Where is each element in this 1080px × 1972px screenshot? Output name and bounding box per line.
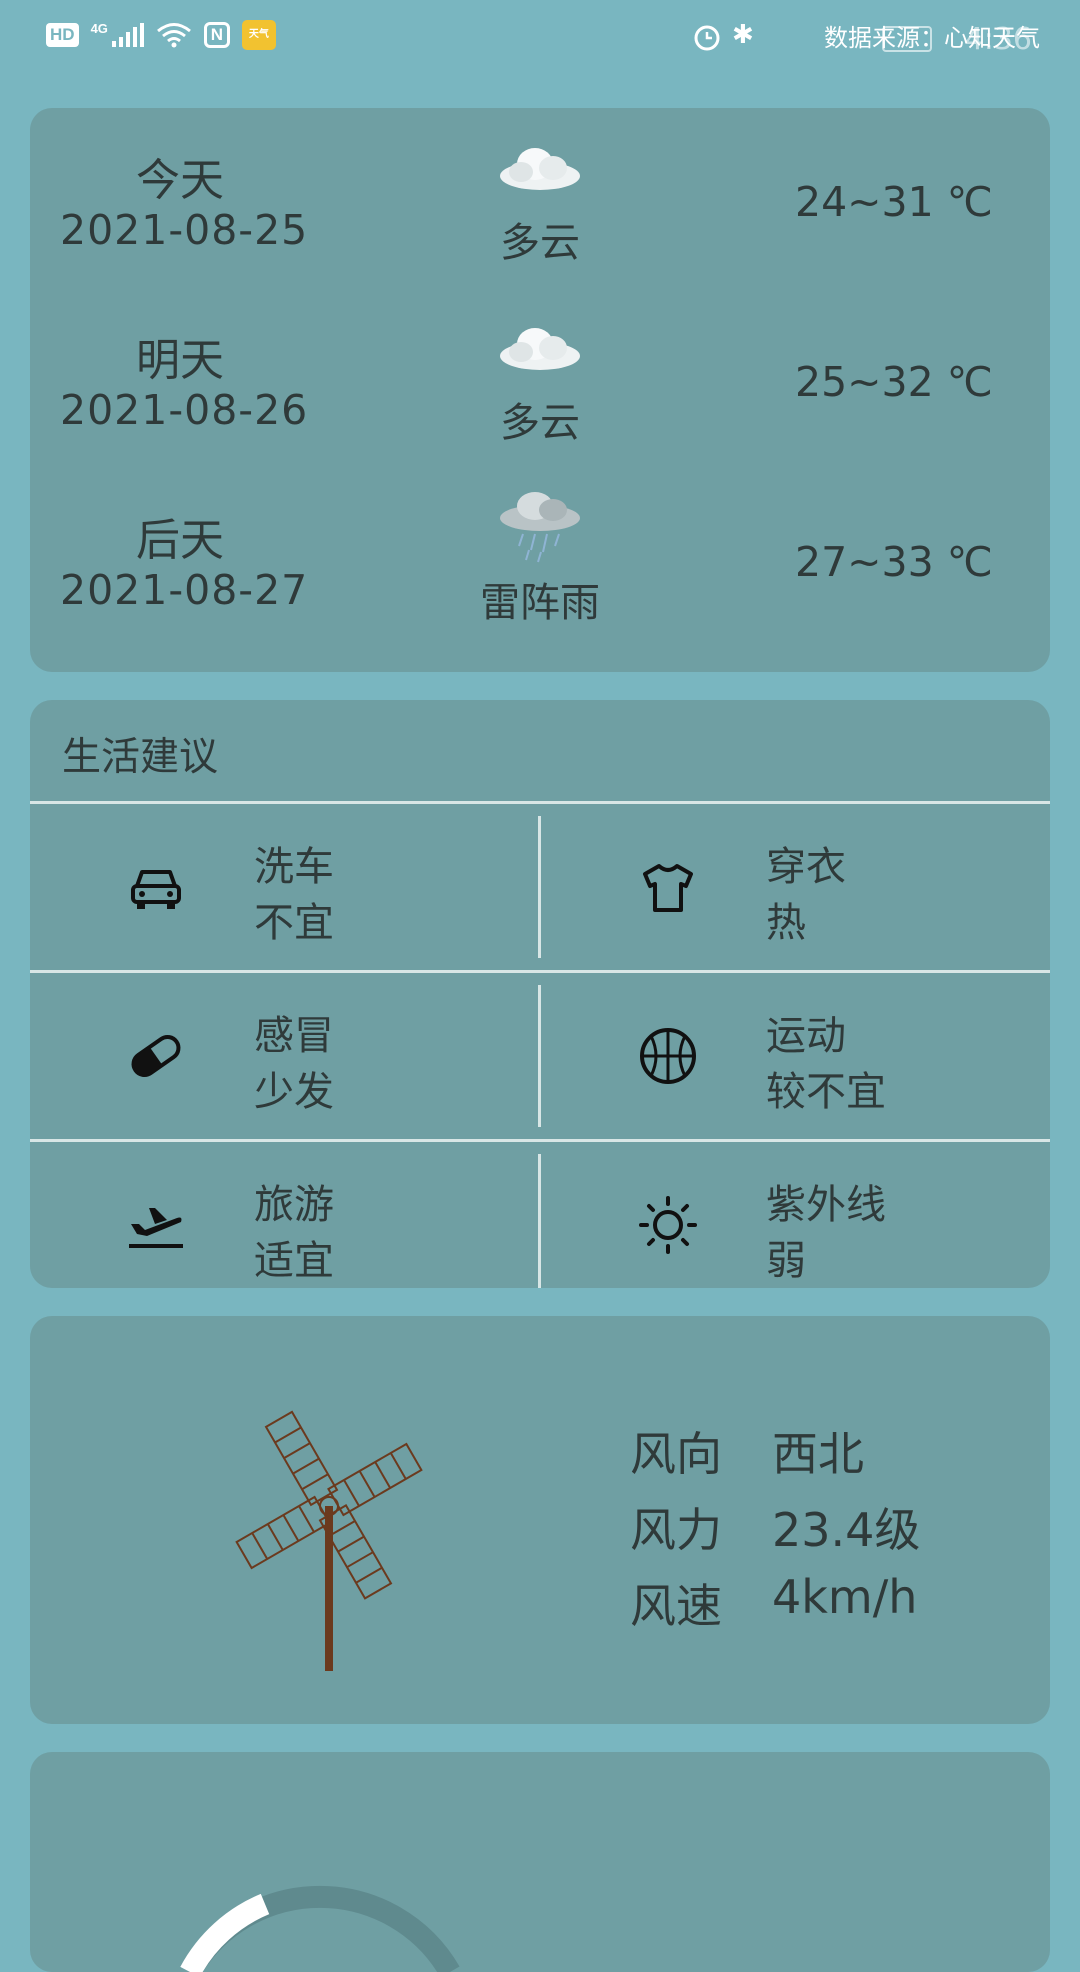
- pill-icon: [131, 1034, 181, 1078]
- windmill-icon: [235, 1410, 423, 1671]
- suggestion-travel[interactable]: 旅游 适宜: [30, 1142, 538, 1288]
- wind-power-label: 风力: [630, 1503, 722, 1557]
- suggestion-uv[interactable]: 紫外线 弱: [542, 1142, 1050, 1288]
- nfc-icon: N: [203, 22, 230, 48]
- forecast-day: 后天: [136, 515, 224, 566]
- suggestion-name: 感冒: [254, 1013, 334, 1059]
- divider: [538, 985, 541, 1127]
- suggestion-name: 运动: [766, 1013, 846, 1059]
- suggestion-sport[interactable]: 运动 较不宜: [542, 973, 1050, 1139]
- cloudy-icon: [500, 328, 580, 370]
- suggestion-dressing[interactable]: 穿衣 热: [542, 804, 1050, 970]
- wind-speed-value: 4km/h: [772, 1570, 918, 1624]
- weather-app-icon: 天气: [241, 20, 276, 50]
- wind-direction-value: 西北: [772, 1427, 864, 1481]
- life-suggestions-card: 生活建议 洗车 不宜 穿衣 热 感冒 少发 运动 较不宜 旅游 适宜 紫外线 弱: [30, 700, 1050, 1288]
- suggestion-name: 洗车: [254, 844, 334, 890]
- suggestion-value: 不宜: [254, 900, 334, 946]
- wind-direction-label: 风向: [630, 1427, 722, 1481]
- suggestion-flu[interactable]: 感冒 少发: [30, 973, 538, 1139]
- suggestions-title: 生活建议: [62, 735, 219, 780]
- forecast-card: 今天 2021-08-25 多云 24~31 ℃ 明天 2021-08-26 多…: [30, 108, 1050, 672]
- suggestion-name: 穿衣: [766, 844, 846, 890]
- suggestion-value: 较不宜: [766, 1069, 886, 1115]
- suggestion-name: 紫外线: [766, 1182, 886, 1228]
- wind-speed-row: 风速 4km/h: [630, 1570, 917, 1636]
- forecast-date: 2021-08-27: [60, 566, 309, 614]
- suggestion-car-wash[interactable]: 洗车 不宜: [30, 804, 538, 970]
- suggestion-name: 旅游: [254, 1182, 334, 1228]
- basketball-icon: [640, 1028, 696, 1084]
- wind-card: 风向 西北 风力 23.4级 风速 4km/h: [30, 1316, 1050, 1724]
- bluetooth-icon: ✱: [732, 20, 754, 50]
- suggestion-value: 少发: [254, 1069, 334, 1115]
- forecast-row-tomorrow[interactable]: 明天 2021-08-26 多云 25~32 ℃: [30, 288, 1050, 468]
- forecast-date: 2021-08-26: [60, 386, 309, 434]
- hd-indicator: HD: [46, 23, 79, 47]
- forecast-condition: 多云: [500, 220, 580, 266]
- divider: [538, 816, 541, 958]
- forecast-day: 今天: [136, 155, 224, 206]
- data-source-label: 数据来源：心知天气: [824, 24, 1040, 52]
- forecast-temp: 27~33 ℃: [795, 538, 993, 586]
- wifi-icon: [156, 23, 191, 48]
- forecast-condition: 雷阵雨: [480, 580, 600, 626]
- forecast-condition: 多云: [500, 400, 580, 446]
- wind-power-row: 风力 23.4级: [630, 1494, 920, 1560]
- network-type: 4G: [90, 20, 108, 36]
- wind-speed-label: 风速: [630, 1579, 722, 1633]
- forecast-row-today[interactable]: 今天 2021-08-25 多云 24~31 ℃: [30, 108, 1050, 288]
- tshirt-icon: [643, 864, 693, 912]
- gauge-arc: [180, 1885, 460, 1972]
- suggestion-value: 热: [766, 900, 806, 946]
- thunderstorm-icon: [500, 492, 580, 563]
- forecast-date: 2021-08-25: [60, 206, 309, 254]
- forecast-temp: 24~31 ℃: [795, 178, 993, 226]
- suggestion-value: 弱: [766, 1238, 806, 1284]
- wind-power-value: 23.4级: [772, 1503, 921, 1557]
- wind-direction-row: 风向 西北: [630, 1418, 864, 1484]
- sun-icon: [639, 1196, 697, 1254]
- forecast-temp: 25~32 ℃: [795, 358, 993, 406]
- air-quality-card: [30, 1752, 1050, 1972]
- status-bar: HD 4G N 天气 ✱ 4:36 数据来源：心知天气: [0, 0, 1080, 72]
- forecast-day: 明天: [136, 335, 224, 386]
- divider: [538, 1154, 541, 1288]
- airplane-icon: [129, 1208, 183, 1248]
- car-icon: [131, 870, 181, 909]
- suggestion-value: 适宜: [254, 1238, 334, 1284]
- alarm-icon: [694, 25, 720, 51]
- forecast-row-day-after[interactable]: 后天 2021-08-27 雷阵雨 27~33 ℃: [30, 468, 1050, 648]
- cloudy-icon: [500, 148, 580, 190]
- signal-icon: [111, 23, 144, 47]
